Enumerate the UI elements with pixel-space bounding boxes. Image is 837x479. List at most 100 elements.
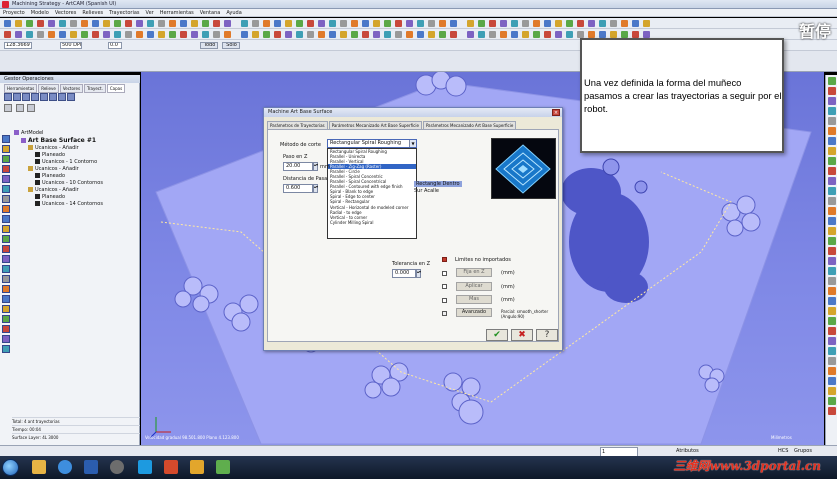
dialog-tab[interactable]: Parámetros Mecanizado Art Base Superfici… — [422, 121, 517, 129]
tool-icon[interactable] — [15, 104, 24, 112]
avanzado-button[interactable]: Avanzado — [456, 308, 492, 317]
toolbar-icon[interactable] — [599, 20, 606, 27]
tool-icon[interactable] — [27, 104, 36, 112]
toolbar-icon[interactable] — [202, 20, 209, 27]
panel-tab[interactable]: Relieve — [38, 84, 59, 93]
toolbar-icon[interactable] — [296, 31, 303, 38]
toolbar-icon[interactable] — [48, 20, 55, 27]
paso-input[interactable]: 20.00 — [283, 162, 313, 171]
toolbar-icon[interactable] — [566, 31, 573, 38]
tool-icon[interactable] — [58, 93, 66, 101]
toolbar-icon[interactable] — [70, 20, 77, 27]
toolbar-icon[interactable] — [439, 31, 446, 38]
tool-icon[interactable] — [4, 104, 12, 112]
right-tool-icon[interactable] — [827, 387, 836, 395]
right-tool-icon[interactable] — [827, 137, 836, 145]
toolbar-icon[interactable] — [318, 31, 325, 38]
toolbar-icon[interactable] — [114, 20, 121, 27]
toolbar-icon[interactable] — [114, 31, 121, 38]
side-tool-icon[interactable] — [2, 295, 10, 303]
right-tool-icon[interactable] — [827, 177, 836, 185]
todo-button[interactable]: Todo — [200, 42, 218, 49]
right-tool-icon[interactable] — [827, 287, 836, 295]
toolbar-icon[interactable] — [158, 31, 165, 38]
side-tool-icon[interactable] — [2, 225, 10, 233]
tool-icon[interactable] — [13, 93, 21, 101]
right-tool-icon[interactable] — [827, 217, 836, 225]
right-tool-icon[interactable] — [827, 127, 836, 135]
toolbar-icon[interactable] — [158, 20, 165, 27]
toolbar-icon[interactable] — [384, 31, 391, 38]
right-tool-icon[interactable] — [827, 77, 836, 85]
toolbar-icon[interactable] — [241, 20, 248, 27]
right-tool-icon[interactable] — [827, 277, 836, 285]
menu-item[interactable]: Herramientas — [157, 9, 197, 17]
right-tool-icon[interactable] — [827, 227, 836, 235]
toolbar-icon[interactable] — [643, 31, 650, 38]
toolbar-icon[interactable] — [125, 31, 132, 38]
toolbar-icon[interactable] — [632, 20, 639, 27]
metodo-dropdown-list[interactable]: Rectangular Spiral Roughing Parallel - Un… — [327, 148, 417, 239]
side-tool-icon[interactable] — [2, 255, 10, 263]
tree-node[interactable]: Planeado — [14, 194, 138, 201]
side-tool-icon[interactable] — [2, 185, 10, 193]
tool-icon[interactable] — [40, 93, 48, 101]
toolbar-icon[interactable] — [169, 31, 176, 38]
toolbar-icon[interactable] — [555, 20, 562, 27]
toolbar-icon[interactable] — [81, 20, 88, 27]
toolbar-icon[interactable] — [478, 20, 485, 27]
toolbar-icon[interactable] — [180, 20, 187, 27]
toolbar-icon[interactable] — [103, 20, 110, 27]
toolbar-icon[interactable] — [555, 31, 562, 38]
right-tool-icon[interactable] — [827, 247, 836, 255]
aplicar-checkbox[interactable] — [442, 284, 447, 289]
coordinate-field[interactable]: 128.3669 — [4, 42, 32, 49]
toolbar-icon[interactable] — [577, 20, 584, 27]
side-tool-icon[interactable] — [2, 135, 10, 143]
toolbar-icon[interactable] — [307, 20, 314, 27]
tree-node[interactable]: Ucanicos - Añadir — [14, 166, 138, 173]
toolbar-icon[interactable] — [274, 31, 281, 38]
toolbar-icon[interactable] — [329, 20, 336, 27]
toolbar-icon[interactable] — [544, 20, 551, 27]
side-tool-icon[interactable] — [2, 245, 10, 253]
toolbar-icon[interactable] — [169, 20, 176, 27]
right-tool-icon[interactable] — [827, 347, 836, 355]
right-tool-icon[interactable] — [827, 87, 836, 95]
tool-icon[interactable] — [67, 93, 75, 101]
toolbar-icon[interactable] — [489, 20, 496, 27]
right-tool-icon[interactable] — [827, 297, 836, 305]
side-tool-icon[interactable] — [2, 235, 10, 243]
tree-node[interactable]: Ucanicos - Añadir — [14, 145, 138, 152]
toolbar-icon[interactable] — [610, 31, 617, 38]
toolbar-icon[interactable] — [406, 20, 413, 27]
limites-checkbox[interactable] — [442, 257, 447, 262]
toolbar-icon[interactable] — [202, 31, 209, 38]
toolbar-icon[interactable] — [439, 20, 446, 27]
right-tool-icon[interactable] — [827, 207, 836, 215]
panel-tab[interactable]: Vectores — [59, 84, 84, 93]
side-tool-icon[interactable] — [2, 265, 10, 273]
chevron-down-icon[interactable]: ▼ — [409, 140, 416, 147]
toolbar-icon[interactable] — [70, 31, 77, 38]
toolbar-icon[interactable] — [395, 20, 402, 27]
toolbar-icon[interactable] — [26, 20, 33, 27]
toolbar-icon[interactable] — [81, 31, 88, 38]
solo-button[interactable]: Solo — [222, 42, 240, 49]
hcs-label[interactable]: HCS — [778, 447, 788, 456]
toolbar-icon[interactable] — [373, 31, 380, 38]
app-taskbar-icon[interactable] — [164, 460, 178, 474]
toolbar-icon[interactable] — [643, 20, 650, 27]
atributos-label[interactable]: Atributos — [676, 447, 699, 456]
tree-node[interactable]: Planeado — [14, 173, 138, 180]
toolbar-icon[interactable] — [500, 20, 507, 27]
toolbar-icon[interactable] — [213, 31, 220, 38]
toolbar-icon[interactable] — [450, 31, 457, 38]
toolbar-icon[interactable] — [191, 20, 198, 27]
tool-icon[interactable] — [31, 93, 39, 101]
dialog-tab[interactable]: Parámetros de Trayectorias — [267, 121, 328, 129]
distancia-spinner[interactable]: ▴▾ — [313, 184, 318, 193]
panel-tab[interactable]: Capas — [106, 84, 126, 93]
tool-icon[interactable] — [49, 93, 57, 101]
menu-item[interactable]: Modelo — [28, 9, 52, 17]
